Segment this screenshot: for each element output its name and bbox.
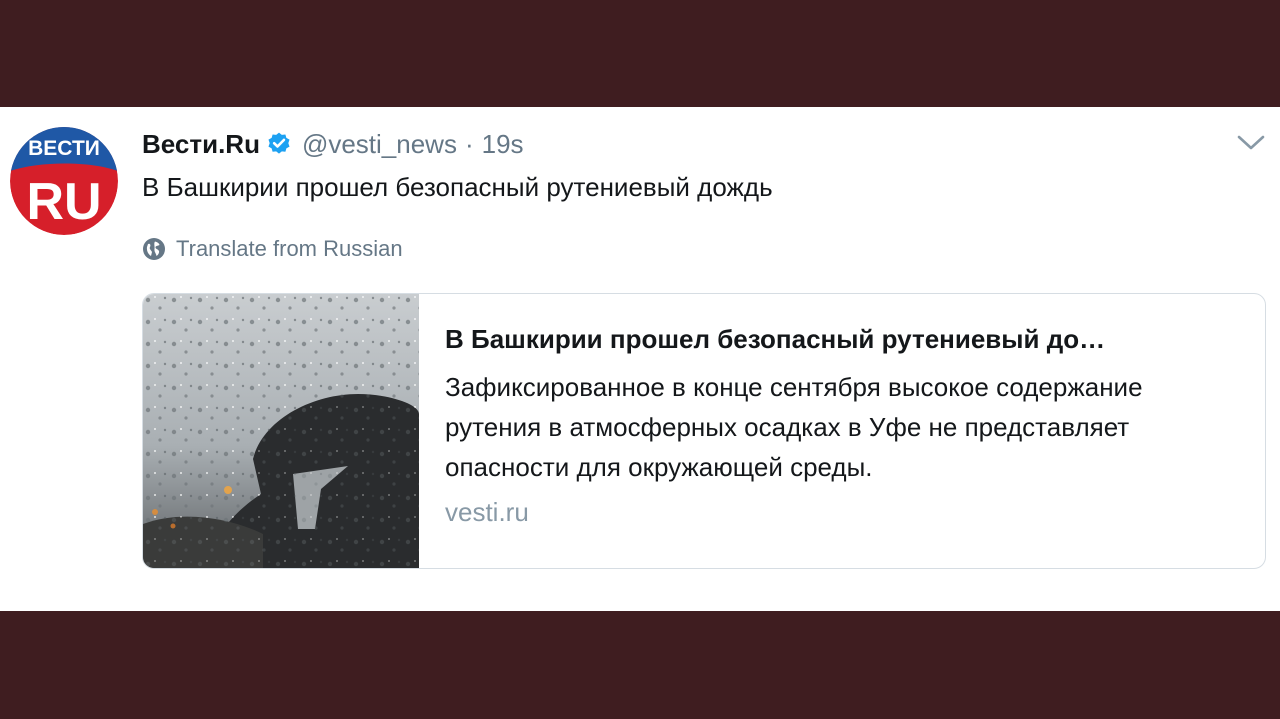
svg-text:RU: RU	[26, 173, 101, 231]
translate-link[interactable]: Translate from Russian	[142, 236, 403, 262]
timestamp[interactable]: 19s	[482, 129, 524, 160]
tweet-header: Вести.Ru @vesti_news · 19s	[142, 124, 524, 164]
globe-icon	[142, 237, 166, 261]
header-separator: ·	[464, 128, 474, 159]
card-image	[143, 294, 419, 568]
verified-badge-icon	[266, 131, 292, 157]
card-description: Зафиксированное в конце сентября высокое…	[445, 372, 1143, 482]
card-domain: vesti.ru	[445, 497, 529, 527]
tweet-text: В Башкирии прошел безопасный рутениевый …	[142, 172, 773, 202]
chevron-down-icon[interactable]	[1236, 132, 1266, 154]
user-handle[interactable]: @vesti_news	[302, 129, 457, 160]
translate-label: Translate from Russian	[176, 236, 403, 261]
link-card[interactable]: В Башкирии прошел безопасный рутениевый …	[142, 293, 1266, 569]
rainy-window-photo	[143, 294, 419, 568]
card-body: В Башкирии прошел безопасный рутениевый …	[445, 324, 1245, 528]
display-name[interactable]: Вести.Ru	[142, 129, 260, 160]
svg-text:ВЕСТИ: ВЕСТИ	[28, 137, 100, 160]
card-title: В Башкирии прошел безопасный рутениевый …	[445, 324, 1106, 354]
vesti-logo-icon: ВЕСТИ RU	[10, 127, 118, 235]
avatar[interactable]: ВЕСТИ RU	[10, 127, 118, 235]
